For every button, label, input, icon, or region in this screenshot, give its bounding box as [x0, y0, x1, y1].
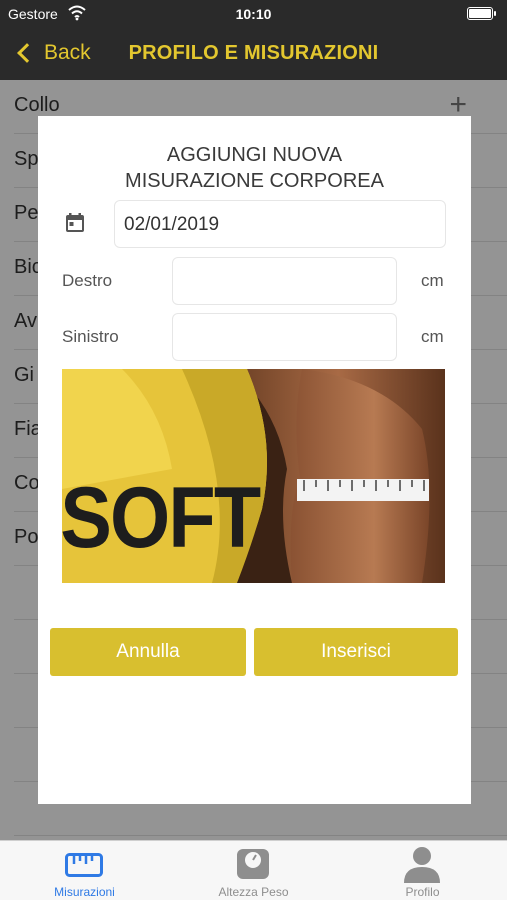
top-bar: Gestore 10:10 Back PROFILO E MISURAZIONI — [0, 0, 507, 80]
measurement-guide-image: SOFT — [62, 369, 445, 583]
right-measurement-input[interactable] — [172, 257, 397, 305]
tab-bar: Misurazioni Altezza Peso Profilo — [0, 840, 507, 900]
add-measurement-dialog: AGGIUNGI NUOVA MISURAZIONE CORPOREA 02/0… — [38, 116, 471, 804]
tab-label: Profilo — [405, 885, 440, 899]
status-bar: Gestore 10:10 — [0, 0, 507, 28]
dialog-title-line2: MISURAZIONE CORPOREA — [125, 170, 384, 192]
ruler-icon — [65, 853, 103, 877]
tab-height-weight[interactable]: Altezza Peso — [169, 841, 338, 900]
tab-label: Altezza Peso — [218, 885, 289, 899]
shirt-print-text: SOFT — [62, 470, 261, 566]
dialog-title: AGGIUNGI NUOVA MISURAZIONE CORPOREA — [38, 142, 471, 194]
person-icon — [404, 847, 440, 883]
left-measurement-input[interactable] — [172, 313, 397, 361]
left-label: Sinistro — [62, 327, 119, 346]
right-label: Destro — [62, 271, 113, 290]
tab-label: Misurazioni — [54, 885, 115, 899]
right-unit-label: cm — [421, 271, 444, 290]
tab-profile[interactable]: Profilo — [338, 841, 507, 900]
cancel-button[interactable]: Annulla — [50, 628, 246, 676]
left-unit-label: cm — [421, 327, 444, 346]
arm-measure-illustration: SOFT — [62, 369, 445, 583]
page-title: PROFILO E MISURAZIONI — [128, 42, 379, 64]
scale-icon — [237, 849, 269, 879]
tab-measurements[interactable]: Misurazioni — [0, 841, 169, 900]
battery-icon — [467, 7, 496, 20]
date-field[interactable]: 02/01/2019 — [114, 200, 446, 248]
insert-button[interactable]: Inserisci — [254, 628, 458, 676]
nav-bar: Back PROFILO E MISURAZIONI — [0, 28, 507, 80]
clock: 10:10 — [235, 6, 272, 22]
calendar-icon[interactable] — [64, 212, 86, 234]
dialog-title-line1: AGGIUNGI NUOVA — [166, 144, 343, 166]
